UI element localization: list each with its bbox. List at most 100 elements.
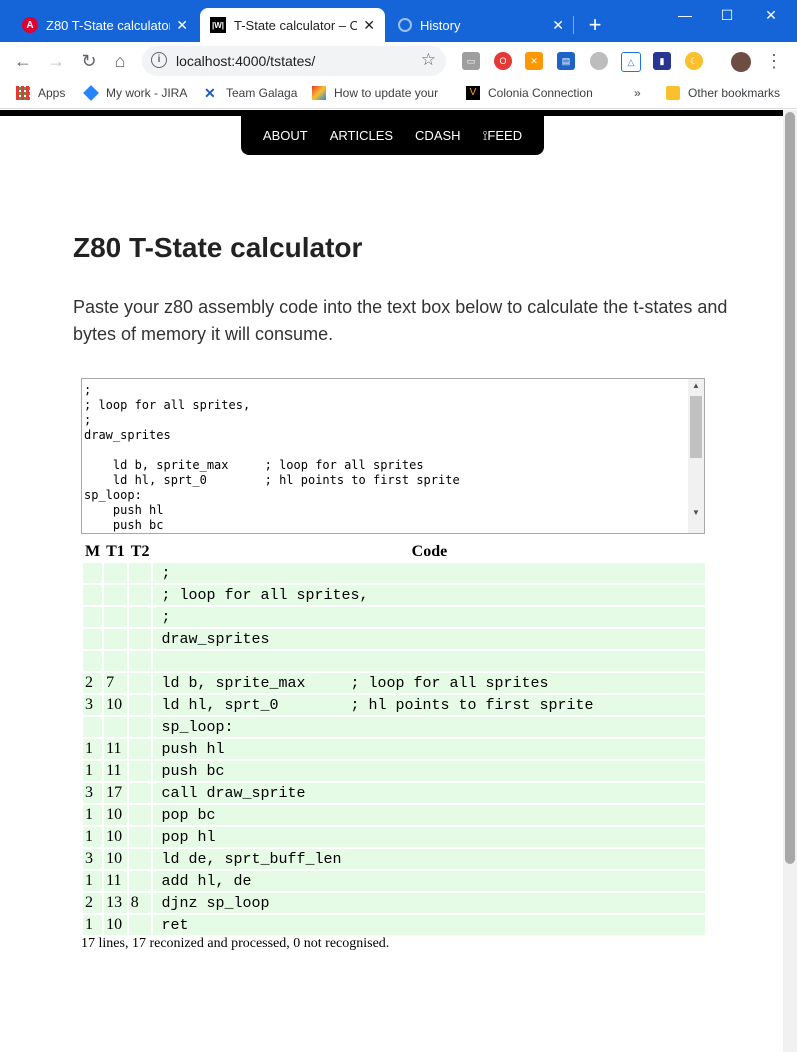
- bookmarks-overflow-button[interactable]: »: [634, 86, 641, 100]
- cell-code: pop hl: [153, 827, 706, 847]
- opera-icon[interactable]: O: [494, 52, 512, 70]
- new-tab-button[interactable]: +: [582, 10, 608, 40]
- cell-code: ; loop for all sprites,: [153, 585, 706, 605]
- code-textarea[interactable]: ; ; loop for all sprites, ; draw_sprites…: [81, 378, 705, 534]
- cell-t2: [128, 739, 152, 759]
- colonia-icon: V: [466, 86, 480, 100]
- cell-code: add hl, de: [153, 871, 706, 891]
- tab-history[interactable]: History ✕: [388, 8, 574, 42]
- table-row: 1 11 push bc: [83, 761, 706, 781]
- cell-t2: 8: [128, 893, 152, 913]
- nav-articles[interactable]: ARTICLES: [319, 128, 404, 143]
- close-window-button[interactable]: ✕: [748, 2, 794, 30]
- tab-title: Z80 T-State calculator: [46, 17, 171, 33]
- reader-extension-icon[interactable]: ▤: [557, 52, 575, 70]
- header-t2: T2: [130, 543, 150, 560]
- tab-tstate-calculator[interactable]: |W| T-State calculator – Ov ✕: [200, 8, 385, 42]
- table-row: 2 13 8 djnz sp_loop: [83, 893, 706, 913]
- bookmark-jira[interactable]: My work - JIRA: [83, 85, 188, 101]
- code-textarea-content[interactable]: ; ; loop for all sprites, ; draw_sprites…: [82, 379, 704, 533]
- confluence-icon: ✕: [204, 85, 216, 101]
- maximize-button[interactable]: ☐: [704, 2, 750, 30]
- off-extension-icon[interactable]: ✕: [525, 52, 543, 70]
- overflow-icon: »: [634, 86, 641, 100]
- bookmark-label: Team Galaga: [226, 86, 298, 100]
- cell-code: ld de, sprt_buff_len: [153, 849, 706, 869]
- cell-t1: 17: [104, 783, 127, 803]
- summary-text: 17 lines, 17 reconized and processed, 0 …: [81, 936, 390, 951]
- bookmark-how-to-update[interactable]: How to update your: [312, 86, 438, 100]
- menu-dots-icon[interactable]: ⋮: [762, 50, 786, 72]
- cell-t1: 11: [104, 761, 127, 781]
- colorbar-extension-icon[interactable]: ▮: [653, 52, 671, 70]
- bookmark-team-galaga[interactable]: ✕ Team Galaga: [204, 86, 297, 100]
- cell-m: [83, 629, 103, 649]
- cell-code: sp_loop:: [153, 717, 706, 737]
- home-icon[interactable]: ⌂: [108, 50, 132, 72]
- header-code: Code: [411, 543, 448, 560]
- cell-code: ;: [153, 607, 706, 627]
- cell-t1: 10: [104, 805, 127, 825]
- site-info-icon[interactable]: i: [151, 52, 167, 68]
- table-row: 3 10 ld hl, sprt_0 ; hl points to first sp…: [83, 695, 706, 715]
- bookmark-star-icon[interactable]: ☆: [421, 50, 436, 70]
- circle-extension-icon[interactable]: [590, 52, 608, 70]
- table-row: 1 11 push hl: [83, 739, 706, 759]
- table-row: 1 11 add hl, de: [83, 871, 706, 891]
- cell-code: [153, 651, 706, 671]
- cell-code: push bc: [153, 761, 706, 781]
- table-row: [83, 651, 706, 671]
- cell-t2: [128, 607, 152, 627]
- bookmark-other[interactable]: Other bookmarks: [666, 86, 780, 100]
- code-line: ld hl, sprt_0 ; hl points to first sprit…: [84, 473, 460, 487]
- scroll-down-arrow-icon[interactable]: ▼: [688, 508, 704, 517]
- nav-feed[interactable]: ⟟FEED: [472, 128, 534, 144]
- profile-avatar[interactable]: [731, 52, 751, 72]
- cell-code: djnz sp_loop: [153, 893, 706, 913]
- cell-code: ;: [153, 563, 706, 583]
- textarea-scrollbar[interactable]: ▲ ▼: [688, 379, 704, 533]
- cell-t1: 10: [104, 827, 127, 847]
- cell-code: ret: [153, 915, 706, 935]
- triangle-extension-icon[interactable]: △: [621, 52, 641, 72]
- reload-icon[interactable]: ↻: [77, 50, 101, 72]
- close-tab-icon[interactable]: ✕: [363, 17, 375, 34]
- forward-arrow-icon[interactable]: →: [44, 50, 68, 72]
- cell-m: 3: [83, 849, 103, 869]
- nav-about[interactable]: ABOUT: [252, 128, 319, 143]
- bookmark-colonia[interactable]: V Colonia Connection: [466, 86, 593, 100]
- cell-t2: [128, 673, 152, 693]
- bookmark-label: My work - JIRA: [106, 86, 188, 100]
- back-arrow-icon[interactable]: ←: [11, 50, 35, 72]
- close-tab-icon[interactable]: ✕: [176, 17, 188, 34]
- tab-z80-calculator[interactable]: A Z80 T-State calculator ✕: [12, 8, 198, 42]
- bookmark-apps[interactable]: Apps: [16, 86, 65, 100]
- page-scrollbar-thumb[interactable]: [785, 112, 795, 864]
- scrollbar-thumb[interactable]: [690, 396, 702, 458]
- table-row: sp_loop:: [83, 717, 706, 737]
- table-row: 1 10 ret: [83, 915, 706, 935]
- close-tab-icon[interactable]: ✕: [552, 17, 564, 34]
- moon-extension-icon[interactable]: ☾: [685, 52, 703, 70]
- cell-t2: [128, 849, 152, 869]
- tab-title: T-State calculator – Ov: [234, 17, 358, 33]
- intro-text: Paste your z80 assembly code into the te…: [73, 297, 728, 344]
- table-row: 1 10 pop hl: [83, 827, 706, 847]
- nav-cdash[interactable]: CDASH: [404, 128, 472, 143]
- page-scrollbar[interactable]: [783, 110, 797, 1052]
- code-line: ;: [84, 413, 92, 427]
- cell-t1: [104, 563, 127, 583]
- tstates-table: M T1 T2 Code ;; loop for all sprites,; dr…: [81, 541, 707, 937]
- cell-m: 1: [83, 915, 103, 935]
- scroll-up-arrow-icon[interactable]: ▲: [688, 381, 704, 390]
- address-bar[interactable]: i localhost:4000/tstates/ ☆: [142, 46, 446, 76]
- cell-m: 2: [83, 893, 103, 913]
- bookmark-label: Colonia Connection: [488, 86, 593, 100]
- cell-t2: [128, 695, 152, 715]
- tab-title: History: [420, 17, 461, 33]
- extension-icon[interactable]: ▭: [462, 52, 480, 70]
- code-line: ; loop for all sprites,: [84, 398, 251, 412]
- cell-t1: 13: [104, 893, 127, 913]
- minimize-button[interactable]: —: [662, 2, 708, 30]
- jira-icon: [83, 85, 99, 101]
